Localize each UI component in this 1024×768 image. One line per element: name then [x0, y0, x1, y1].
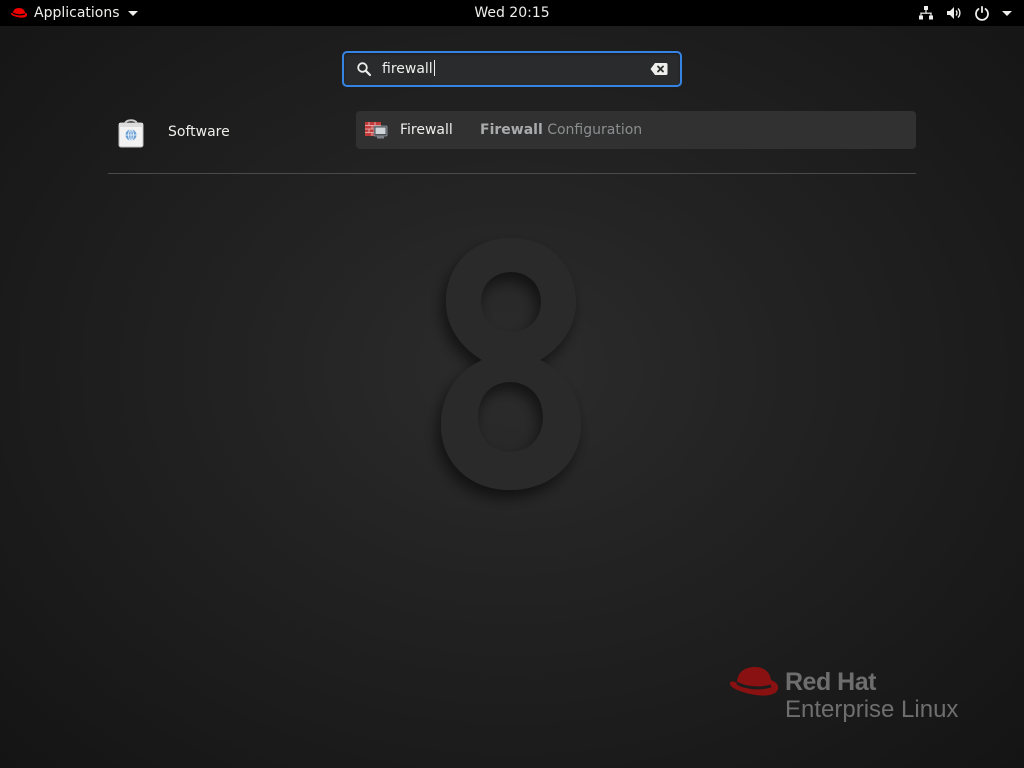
- app-result-label: Software: [168, 124, 230, 140]
- clear-icon[interactable]: [650, 62, 668, 76]
- system-tray[interactable]: [918, 0, 1012, 26]
- search-icon: [357, 62, 372, 77]
- redhat-hat-icon: [729, 667, 779, 696]
- software-store-icon: [118, 119, 144, 148]
- firewall-icon: [365, 122, 388, 139]
- search-input-value: firewall: [382, 61, 433, 77]
- app-result-software[interactable]: Software: [108, 112, 328, 152]
- clock[interactable]: Wed 20:15: [474, 5, 549, 21]
- applications-menu[interactable]: Applications: [10, 0, 138, 26]
- results-separator: [108, 173, 916, 174]
- chevron-down-icon: [1002, 10, 1012, 16]
- power-icon: [975, 6, 989, 21]
- brand-line-redhat: Red Hat: [785, 668, 876, 696]
- top-bar: Applications Wed 20:15: [0, 0, 1024, 26]
- network-icon: [919, 6, 933, 20]
- clock-container: Wed 20:15: [0, 0, 1024, 26]
- search-box[interactable]: firewall: [342, 51, 682, 87]
- volume-icon: [947, 7, 961, 19]
- desktop: Applications Wed 20:15 firewall Software…: [0, 0, 1024, 768]
- text-caret: [433, 60, 435, 76]
- result-description-rest: Configuration: [542, 122, 643, 138]
- redhat-logo-icon: [10, 8, 28, 18]
- result-description-match: Firewall: [480, 122, 543, 138]
- brand-line-enterprise-linux: Enterprise Linux: [785, 696, 959, 723]
- chevron-down-icon: [127, 10, 138, 16]
- result-description: Firewall Configuration: [480, 122, 642, 138]
- background-eight-mark: [441, 238, 581, 490]
- applications-label: Applications: [34, 5, 120, 21]
- search-result-firewall[interactable]: Firewall Firewall Configuration: [356, 111, 916, 149]
- result-name: Firewall: [400, 122, 453, 138]
- redhat-branding: Red Hat Enterprise Linux: [728, 662, 988, 723]
- search-input[interactable]: firewall: [382, 53, 435, 85]
